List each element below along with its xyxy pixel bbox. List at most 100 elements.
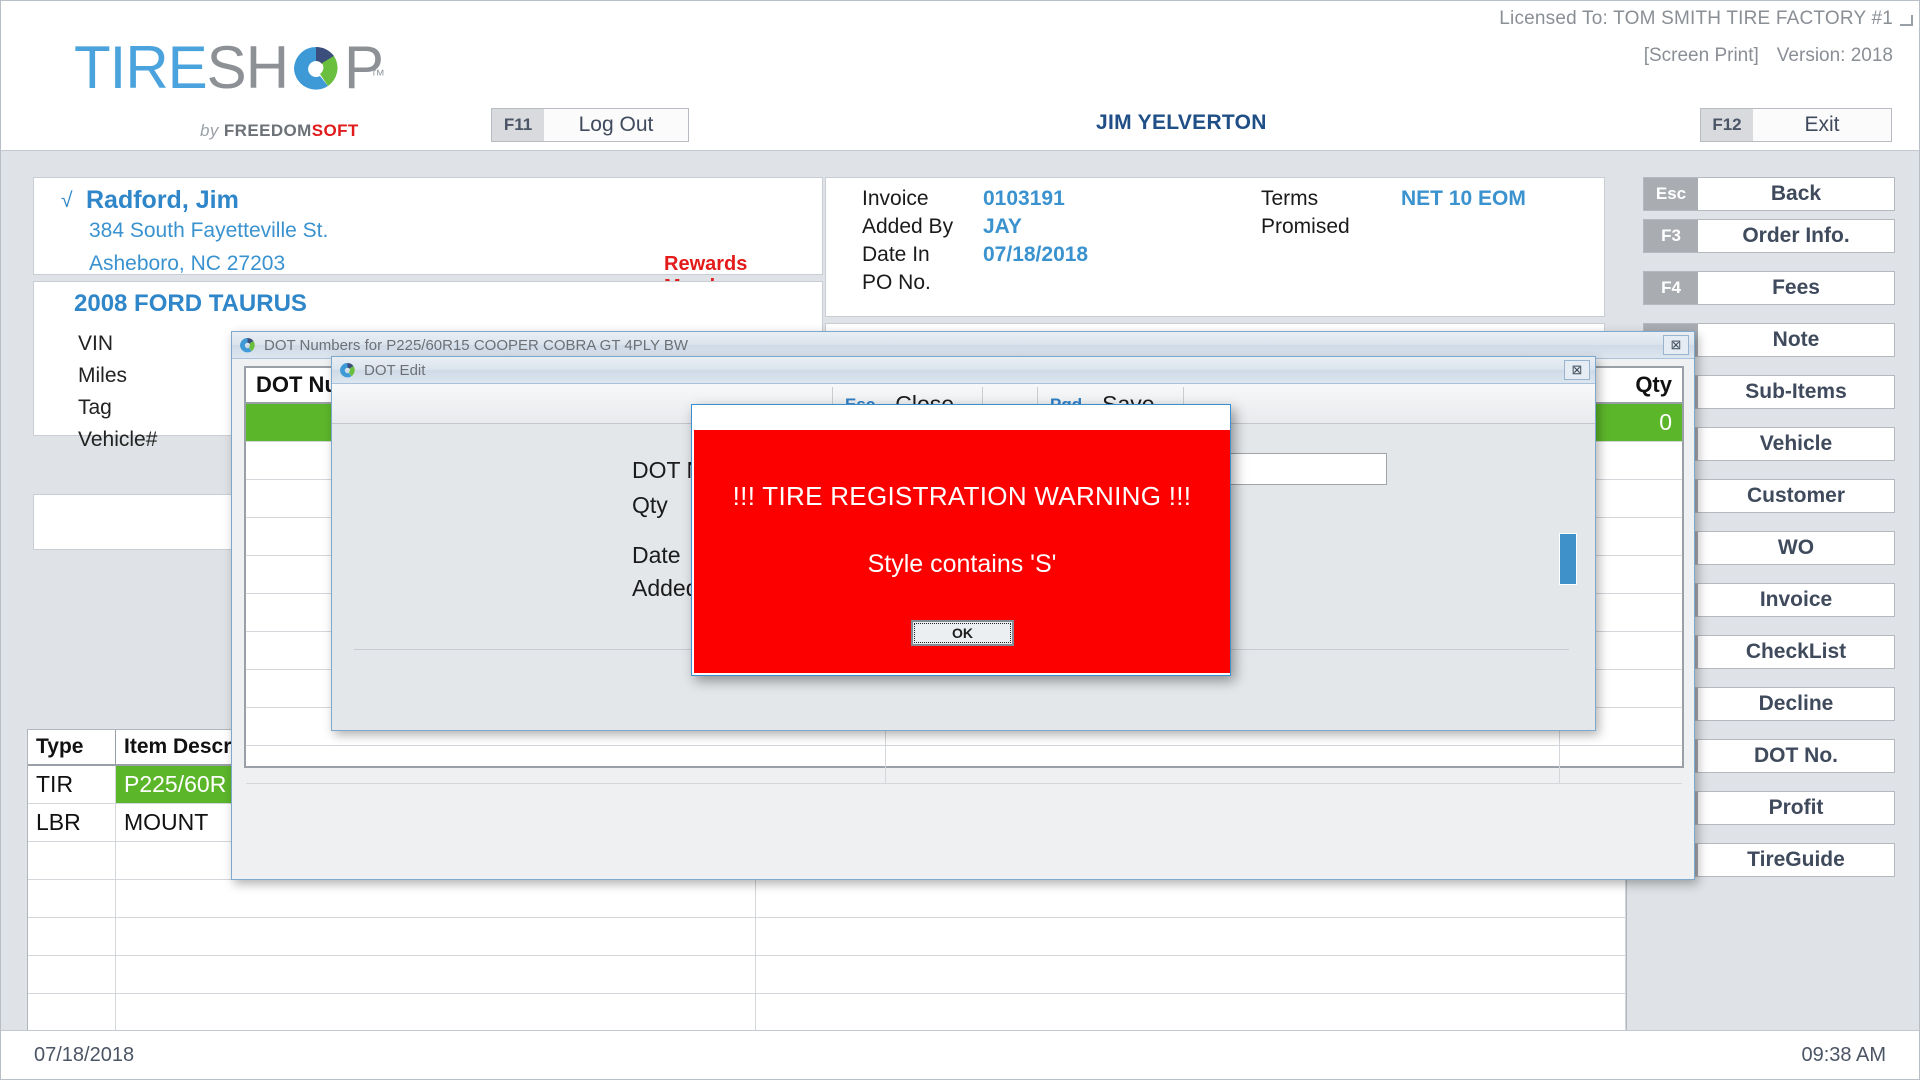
customer-address-line2: Asheboro, NC 27203 (89, 252, 286, 275)
cell-type (28, 842, 116, 880)
version-line: [Screen Print] Version: 2018 (1644, 45, 1893, 67)
tire-registration-warning-dialog[interactable]: !!! TIRE REGISTRATION WARNING !!! Style … (691, 404, 1231, 676)
table-row[interactable] (246, 746, 1682, 784)
table-row[interactable] (28, 994, 1626, 1032)
sidebar-label-wo: WO (1698, 532, 1894, 564)
qty-field-label: Qty (632, 492, 668, 518)
warning-dialog-body: !!! TIRE REGISTRATION WARNING !!! Style … (694, 430, 1230, 673)
vehicle-tag-label: Tag (78, 396, 112, 419)
cell-description (116, 956, 756, 994)
logo-freedom-text: FREEDOM (223, 121, 312, 140)
cell-type (28, 956, 116, 994)
logo-circle-icon (288, 41, 344, 97)
date-in-value: 07/18/2018 (983, 243, 1089, 266)
close-icon[interactable]: ⊠ (1663, 335, 1689, 355)
sidebar-key-fees: F4 (1644, 272, 1698, 304)
logout-key: F11 (492, 109, 544, 141)
sidebar-label-decline: Decline (1698, 688, 1894, 720)
logout-button[interactable]: F11 Log Out (491, 108, 689, 142)
ok-button[interactable]: OK (911, 620, 1014, 646)
warning-headline: !!! TIRE REGISTRATION WARNING !!! (732, 481, 1192, 511)
license-text: Licensed To: TOM SMITH TIRE FACTORY #1 (1499, 8, 1893, 29)
cell-type: LBR (28, 804, 116, 842)
status-time: 09:38 AM (1801, 1044, 1886, 1066)
cell-type: TIR (28, 766, 116, 804)
logo-soft-text: SOFT (311, 121, 359, 140)
status-bar: 07/18/2018 09:38 AM (1, 1030, 1919, 1079)
table-row[interactable] (28, 956, 1626, 994)
table-row[interactable] (28, 880, 1626, 918)
vehicle-miles-label: Miles (78, 364, 128, 387)
status-date: 07/18/2018 (34, 1044, 135, 1066)
app-logo-icon (239, 337, 256, 354)
tireshop-logo: TIRESH P ™ by FREEDOMSOFT (74, 34, 404, 141)
vehicle-vin-label: VIN (78, 332, 114, 355)
column-header-type: Type (28, 730, 116, 764)
cell-dot-number (246, 746, 886, 784)
warning-dialog-titlebar (692, 405, 1230, 430)
added-by-label: Added By (862, 215, 954, 238)
customer-address-line1: 384 South Fayetteville St. (89, 219, 329, 242)
cell-type (28, 994, 116, 1032)
vehicle-number-label: Vehicle# (78, 428, 158, 451)
version-text: Version: 2018 (1776, 45, 1893, 66)
cell-rest (756, 994, 1626, 1032)
application-window: Licensed To: TOM SMITH TIRE FACTORY #1 [… (0, 0, 1920, 1080)
sidebar-label-fees: Fees (1698, 272, 1894, 304)
current-user-name: JIM YELVERTON (1096, 111, 1267, 134)
window-corner-icon (1900, 15, 1913, 26)
sidebar-label-back: Back (1698, 178, 1894, 210)
close-icon[interactable]: ⊠ (1564, 360, 1590, 380)
sidebar-item-back[interactable]: Esc Back (1643, 177, 1895, 211)
date-field-label: Date (632, 542, 681, 568)
promised-label: Promised (1261, 215, 1350, 238)
sidebar-label-checklist: CheckList (1698, 636, 1894, 668)
logo-sh-text: SH (206, 34, 289, 101)
sidebar-item-fees[interactable]: F4 Fees (1643, 271, 1895, 305)
dot-numbers-title: DOT Numbers for P225/60R15 COOPER COBRA … (264, 336, 689, 354)
sidebar-label-sub-items: Sub-Items (1698, 376, 1894, 408)
invoice-label: Invoice (862, 187, 929, 210)
cell-type (28, 918, 116, 956)
sidebar-label-note: Note (1698, 324, 1894, 356)
dot-edit-titlebar[interactable]: DOT Edit ⊠ (332, 357, 1595, 384)
cell-description (116, 918, 756, 956)
logo-subtitle: by FREEDOMSOFT (200, 121, 359, 141)
customer-card[interactable]: √ Radford, Jim 384 South Fayetteville St… (33, 177, 823, 298)
terms-value: NET 10 EOM (1401, 187, 1526, 210)
cell-description (116, 880, 756, 918)
dot-numbers-titlebar[interactable]: DOT Numbers for P225/60R15 COOPER COBRA … (232, 332, 1694, 359)
logo-tire-text: TIRE (74, 34, 208, 101)
exit-button[interactable]: F12 Exit (1700, 108, 1892, 142)
sidebar-label-dot-no: DOT No. (1698, 740, 1894, 772)
checkmark-icon: √ (61, 189, 73, 212)
exit-label: Exit (1753, 109, 1891, 141)
cell-type (28, 880, 116, 918)
invoice-card[interactable]: Invoice 0103191 Added By JAY Date In 07/… (825, 177, 1605, 317)
exit-key: F12 (1701, 109, 1753, 141)
sidebar-item-order-info[interactable]: F3 Order Info. (1643, 219, 1895, 253)
sidebar-key-back: Esc (1644, 178, 1698, 210)
sidebar-label-invoice: Invoice (1698, 584, 1894, 616)
sidebar-label-order-info: Order Info. (1698, 220, 1894, 252)
sidebar-label-customer: Customer (1698, 480, 1894, 512)
trademark-icon: ™ (370, 67, 385, 84)
sidebar-label-vehicle: Vehicle (1698, 428, 1894, 460)
cell-rest (756, 956, 1626, 994)
cell-description (116, 994, 756, 1032)
terms-label: Terms (1261, 187, 1319, 210)
app-logo-icon (339, 362, 356, 379)
table-row[interactable] (28, 918, 1626, 956)
screen-print-link[interactable]: [Screen Print] (1644, 45, 1759, 66)
cell-rest (756, 880, 1626, 918)
cell-rest (756, 918, 1626, 956)
date-in-label: Date In (862, 243, 930, 266)
added-by-value: JAY (983, 215, 1022, 238)
date-selector-block-right[interactable] (1559, 533, 1577, 585)
invoice-value: 0103191 (983, 187, 1065, 210)
logout-label: Log Out (544, 109, 688, 141)
cell-middle (886, 746, 1560, 784)
customer-name: Radford, Jim (86, 186, 239, 214)
logo-by-text: by (200, 121, 224, 140)
cell-qty (1560, 746, 1682, 784)
